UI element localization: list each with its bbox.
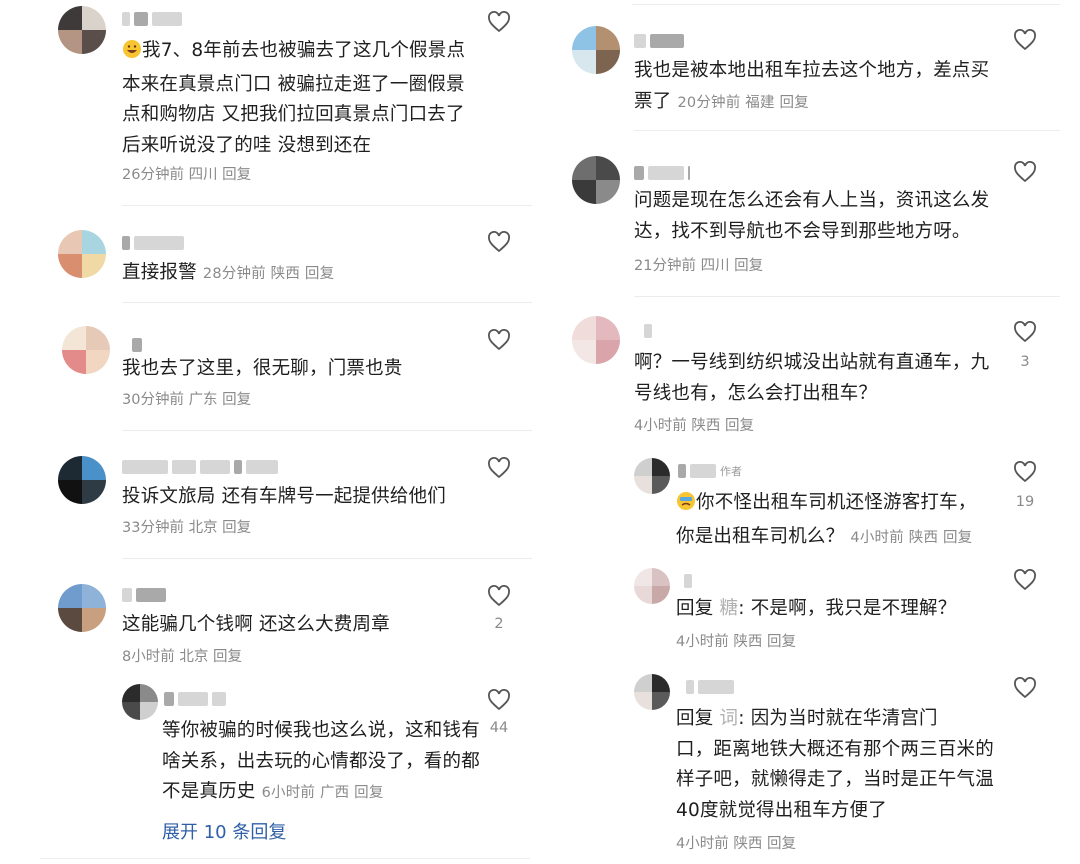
username-blurred[interactable] [634, 32, 684, 50]
reply-link[interactable]: 回复 [725, 418, 754, 434]
username-blurred[interactable] [644, 322, 652, 340]
avatar[interactable] [122, 684, 158, 720]
heart-outline-icon[interactable] [486, 688, 512, 712]
reply-link[interactable]: 回复 [222, 167, 251, 183]
comment-meta: 20分钟前 福建 回复 [677, 94, 809, 111]
right-comment-column: 我也是被本地出租车拉去这个地方，差点买 票了 20分钟前 福建 回复 问题是现在… [560, 0, 1080, 864]
avatar[interactable] [58, 456, 106, 504]
reply-link[interactable]: 回复 [305, 266, 334, 282]
username-blurred[interactable] [686, 678, 734, 696]
comment-text: 我也是被本地出租车拉去这个地方，差点买 票了 20分钟前 福建 回复 [634, 60, 990, 112]
heart-outline-icon[interactable] [486, 584, 512, 608]
avatar[interactable] [634, 674, 670, 710]
crying-emoji-icon [676, 491, 696, 522]
divider [122, 430, 532, 431]
reply-text: 你不怪出租车司机还怪游客打车， 你是出租车司机么？ 4小时前 陕西 回复 [676, 491, 977, 547]
reply-link[interactable]: 回复 [222, 520, 251, 536]
reply-link[interactable]: 回复 [354, 785, 383, 801]
heart-outline-icon[interactable] [486, 230, 512, 254]
avatar[interactable] [634, 458, 670, 494]
reply-link[interactable]: 回复 [734, 258, 763, 274]
username-blurred[interactable] [684, 572, 692, 590]
author-tag: 作者 [720, 465, 742, 478]
divider [122, 558, 532, 559]
avatar[interactable] [572, 156, 620, 204]
divider [634, 130, 1060, 131]
avatar[interactable] [58, 230, 106, 278]
comment-text: 直接报警 28分钟前 陕西 回复 [122, 262, 335, 283]
reply-link[interactable]: 回复 [222, 392, 251, 408]
heart-outline-icon[interactable] [1012, 320, 1038, 344]
heart-outline-icon[interactable] [486, 10, 512, 34]
reply-meta: 4小时前 陕西 回复 [850, 529, 973, 546]
reply-link[interactable]: 回复 [213, 649, 242, 665]
left-comment-column: 我7、8年前去也被骗去了这几个假景点 本来在真景点门口 被骗拉走逛了一圈假景 点… [0, 0, 540, 864]
heart-outline-icon[interactable] [1012, 460, 1038, 484]
avatar[interactable] [58, 584, 106, 632]
divider [634, 296, 1060, 297]
divider [632, 4, 1060, 5]
username-blurred[interactable] [634, 164, 690, 182]
reply-link[interactable]: 回复 [767, 836, 796, 852]
username-blurred[interactable] [122, 586, 166, 604]
heart-outline-icon[interactable] [1012, 28, 1038, 52]
reply-meta: 4小时前 陕西 回复 [676, 836, 796, 852]
comment-meta: 30分钟前 广东 回复 [122, 392, 252, 408]
reply-text: 回复 糖: 不是啊，我只是不理解？ [676, 598, 957, 619]
divider [122, 205, 532, 206]
comment-text: 问题是现在怎么还会有人上当，资讯这么发 达，找不到导航也不会导到那些地方呀。 [634, 190, 990, 242]
comment-meta: 21分钟前 四川 回复 [634, 258, 764, 274]
comment-text: 投诉文旅局 还有车牌号一起提供给他们 [122, 486, 446, 507]
reply-link[interactable]: 回复 [767, 634, 796, 650]
reply-target-name[interactable]: 糖 [720, 598, 739, 619]
reply-link[interactable]: 回复 [779, 95, 808, 111]
comment-text: 我7、8年前去也被骗去了这几个假景点 本来在真景点门口 被骗拉走逛了一圈假景 点… [122, 39, 466, 156]
heart-outline-icon[interactable] [486, 328, 512, 352]
avatar[interactable] [634, 568, 670, 604]
comment-text: 这能骗几个钱啊 还这么大费周章 [122, 614, 390, 635]
avatar[interactable] [572, 26, 620, 74]
reply-meta: 4小时前 陕西 回复 [676, 634, 796, 650]
heart-outline-icon[interactable] [1012, 568, 1038, 592]
heart-outline-icon[interactable] [1012, 160, 1038, 184]
heart-outline-icon[interactable] [486, 456, 512, 480]
username-blurred[interactable] [164, 690, 226, 708]
username-blurred[interactable] [122, 10, 182, 28]
username-blurred[interactable]: 作者 [678, 462, 742, 480]
grin-emoji-icon [122, 39, 142, 70]
comment-meta: 28分钟前 陕西 回复 [202, 266, 335, 282]
comment-text: 啊？一号线到纺织城没出站就有直通车，九 号线也有，怎么会打出租车？ [634, 352, 990, 404]
avatar[interactable] [572, 316, 620, 364]
comment-meta: 8小时前 北京 回复 [122, 649, 242, 665]
divider [122, 302, 532, 303]
comment-text: 我也去了这里，很无聊，门票也贵 [122, 358, 403, 379]
reply-target-name[interactable]: 词 [720, 708, 739, 729]
reply-meta: 6小时前 广西 回复 [261, 785, 384, 801]
like-count: 3 [1020, 354, 1030, 370]
heart-outline-icon[interactable] [1012, 676, 1038, 700]
divider [40, 858, 530, 859]
comment-meta: 26分钟前 四川 回复 [122, 167, 252, 183]
avatar[interactable] [62, 326, 110, 374]
comment-meta: 4小时前 陕西 回复 [634, 418, 754, 434]
like-count: 2 [494, 616, 504, 632]
comment-meta: 33分钟前 北京 回复 [122, 520, 252, 536]
like-count: 19 [1015, 494, 1035, 510]
reply-text: 等你被骗的时候我也这么说，这和钱有 啥关系，出去玩的心情都没了，看的都 不是真历… [162, 720, 480, 802]
username-blurred[interactable] [122, 458, 278, 476]
reply-link[interactable]: 回复 [943, 530, 972, 546]
avatar[interactable] [58, 6, 106, 54]
reply-text: 回复 词: 因为当时就在华清宫门 口，距离地铁大概还有那个两三百米的 样子吧，就… [676, 708, 994, 821]
username-blurred[interactable] [132, 336, 142, 354]
expand-replies-button[interactable]: 展开 10 条回复 [162, 818, 286, 844]
username-blurred[interactable] [122, 234, 184, 252]
like-count: 44 [489, 720, 509, 736]
